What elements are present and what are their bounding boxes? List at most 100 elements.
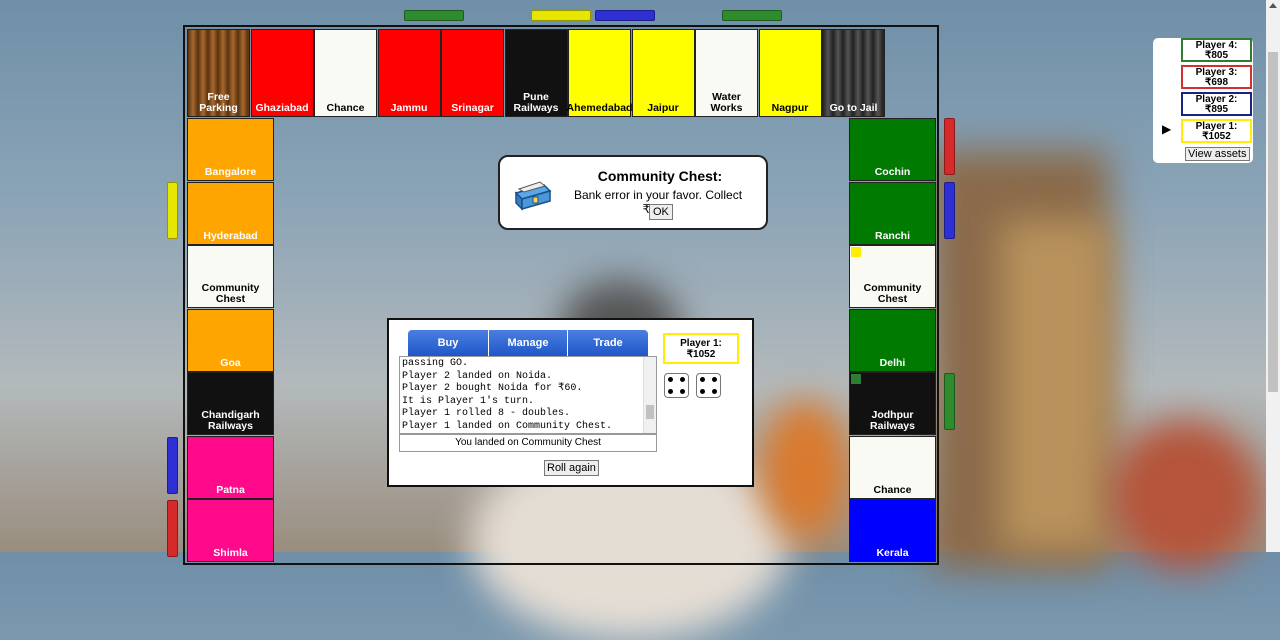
ownership-marker	[167, 437, 178, 494]
space-label: Patna	[216, 483, 245, 496]
space-label: Jodhpur Railways	[870, 409, 915, 432]
space-label: Delhi	[879, 356, 906, 369]
tab-manage[interactable]: Manage	[489, 330, 568, 356]
ownership-marker	[944, 182, 955, 239]
space-label: Ghaziabad	[255, 102, 309, 114]
ownership-marker	[722, 10, 782, 21]
background-blur	[1000, 220, 1110, 550]
player-4-token	[851, 374, 861, 384]
players-panel: Player 4: ₹805 Player 3: ₹698 Player 2: …	[1153, 38, 1253, 163]
log-line: passing GO.	[402, 358, 469, 369]
space-cochin[interactable]: Cochin	[849, 118, 936, 181]
background-blur	[1110, 420, 1260, 570]
ownership-marker	[944, 118, 955, 175]
space-label: Free Parking	[199, 91, 238, 114]
space-goa[interactable]: Goa	[187, 308, 274, 372]
space-chance[interactable]: Chance	[849, 435, 936, 499]
popup-title: Community Chest:	[597, 168, 723, 184]
space-label: Pune Railways	[513, 91, 559, 114]
space-label: Chance	[326, 102, 365, 114]
scrollbar-thumb[interactable]	[1268, 52, 1278, 392]
space-label: Cochin	[874, 166, 911, 178]
space-label: Jammu	[390, 102, 428, 114]
space-label: Community Chest	[201, 282, 260, 305]
ok-button[interactable]: OK	[649, 204, 673, 220]
space-patna[interactable]: Patna	[187, 435, 274, 499]
player-4-box[interactable]: Player 4: ₹805	[1181, 38, 1252, 62]
player-money: ₹895	[1204, 104, 1229, 115]
player-money: ₹698	[1204, 77, 1229, 88]
space-label: Chance	[873, 483, 912, 496]
player-money: ₹805	[1204, 50, 1229, 61]
space-label: Ahemedabad	[566, 102, 633, 114]
space-label: Kerala	[876, 547, 909, 559]
treasure-chest-icon	[514, 181, 552, 211]
landed-message: You landed on Community Chest	[399, 434, 657, 452]
space-chandigarh-railways[interactable]: Chandigarh Railways	[187, 372, 274, 435]
player-3-box[interactable]: Player 3: ₹698	[1181, 65, 1252, 89]
current-turn-arrow-icon: ▶	[1162, 122, 1172, 136]
current-player-money: ₹1052	[686, 349, 716, 360]
ownership-marker	[167, 182, 178, 239]
space-label: Nagpur	[771, 102, 809, 114]
ownership-marker	[404, 10, 464, 21]
space-nagpur[interactable]: Nagpur	[758, 29, 822, 117]
die	[696, 373, 721, 398]
space-jodhpur-railways[interactable]: Jodhpur Railways	[849, 372, 936, 435]
space-community-chest[interactable]: Community Chest	[849, 245, 936, 308]
space-label: Goa	[220, 356, 241, 369]
space-delhi[interactable]: Delhi	[849, 308, 936, 372]
ownership-marker	[167, 500, 178, 557]
player-money: ₹1052	[1202, 131, 1231, 142]
community-chest-popup: Community Chest: Bank error in your favo…	[498, 155, 768, 230]
ownership-marker	[531, 10, 591, 21]
space-ranchi[interactable]: Ranchi	[849, 181, 936, 245]
tab-trade[interactable]: Trade	[568, 330, 648, 356]
space-bangalore[interactable]: Bangalore	[187, 118, 274, 181]
log-line: Player 1 rolled 8 - doubles.	[402, 408, 571, 420]
space-free-parking[interactable]: Free Parking	[187, 29, 250, 117]
current-player-name: Player 1:	[680, 338, 722, 349]
ownership-marker	[944, 373, 955, 430]
space-jaipur[interactable]: Jaipur	[631, 29, 695, 117]
space-label: Community Chest	[863, 282, 922, 305]
die	[664, 373, 689, 398]
space-go-to-jail[interactable]: Go to Jail	[822, 29, 885, 117]
view-assets-button[interactable]: View assets	[1185, 147, 1250, 161]
player-1-token	[851, 247, 861, 257]
control-panel: Buy Manage Trade passing GO. Player 2 la…	[387, 318, 754, 487]
space-label: Chandigarh Railways	[201, 409, 260, 432]
space-srinagar[interactable]: Srinagar	[441, 29, 504, 117]
log-line: It is Player 1's turn.	[402, 395, 535, 407]
player-2-box[interactable]: Player 2: ₹895	[1181, 92, 1252, 116]
tab-buy[interactable]: Buy	[408, 330, 489, 356]
space-community-chest[interactable]: Community Chest	[187, 245, 274, 308]
log-line: Player 1 landed on Community Chest.	[402, 420, 613, 432]
space-label: Ranchi	[874, 229, 910, 242]
space-chance[interactable]: Chance	[314, 29, 377, 117]
space-jammu[interactable]: Jammu	[377, 29, 441, 117]
space-shimla[interactable]: Shimla	[187, 499, 274, 562]
scroll-up-icon[interactable]	[1269, 3, 1277, 8]
space-ghaziabad[interactable]: Ghaziabad	[250, 29, 314, 117]
log-scrollbar[interactable]	[643, 357, 656, 433]
log-line: Player 2 bought Noida for ₹60.	[402, 383, 583, 395]
space-label: Water Works	[710, 91, 743, 114]
space-pune-railways[interactable]: Pune Railways	[504, 29, 568, 117]
game-log[interactable]: passing GO. Player 2 landed on Noida. Pl…	[399, 356, 657, 434]
page-scrollbar[interactable]	[1266, 0, 1280, 552]
space-label: Hyderabad	[203, 229, 258, 242]
current-player-box: Player 1: ₹1052	[663, 333, 739, 364]
roll-again-button[interactable]: Roll again	[544, 460, 599, 476]
space-hyderabad[interactable]: Hyderabad	[187, 181, 274, 245]
space-label: Shimla	[213, 547, 248, 559]
player-1-box[interactable]: Player 1: ₹1052	[1181, 119, 1252, 143]
space-label: Jaipur	[647, 102, 679, 114]
space-ahemedabad[interactable]: Ahemedabad	[566, 29, 633, 117]
space-kerala[interactable]: Kerala	[849, 499, 936, 562]
space-label: Bangalore	[204, 166, 257, 178]
space-label: Srinagar	[451, 102, 494, 114]
space-label: Go to Jail	[829, 102, 878, 114]
log-line: Player 2 landed on Noida.	[402, 370, 553, 382]
space-water-works[interactable]: Water Works	[695, 29, 758, 117]
